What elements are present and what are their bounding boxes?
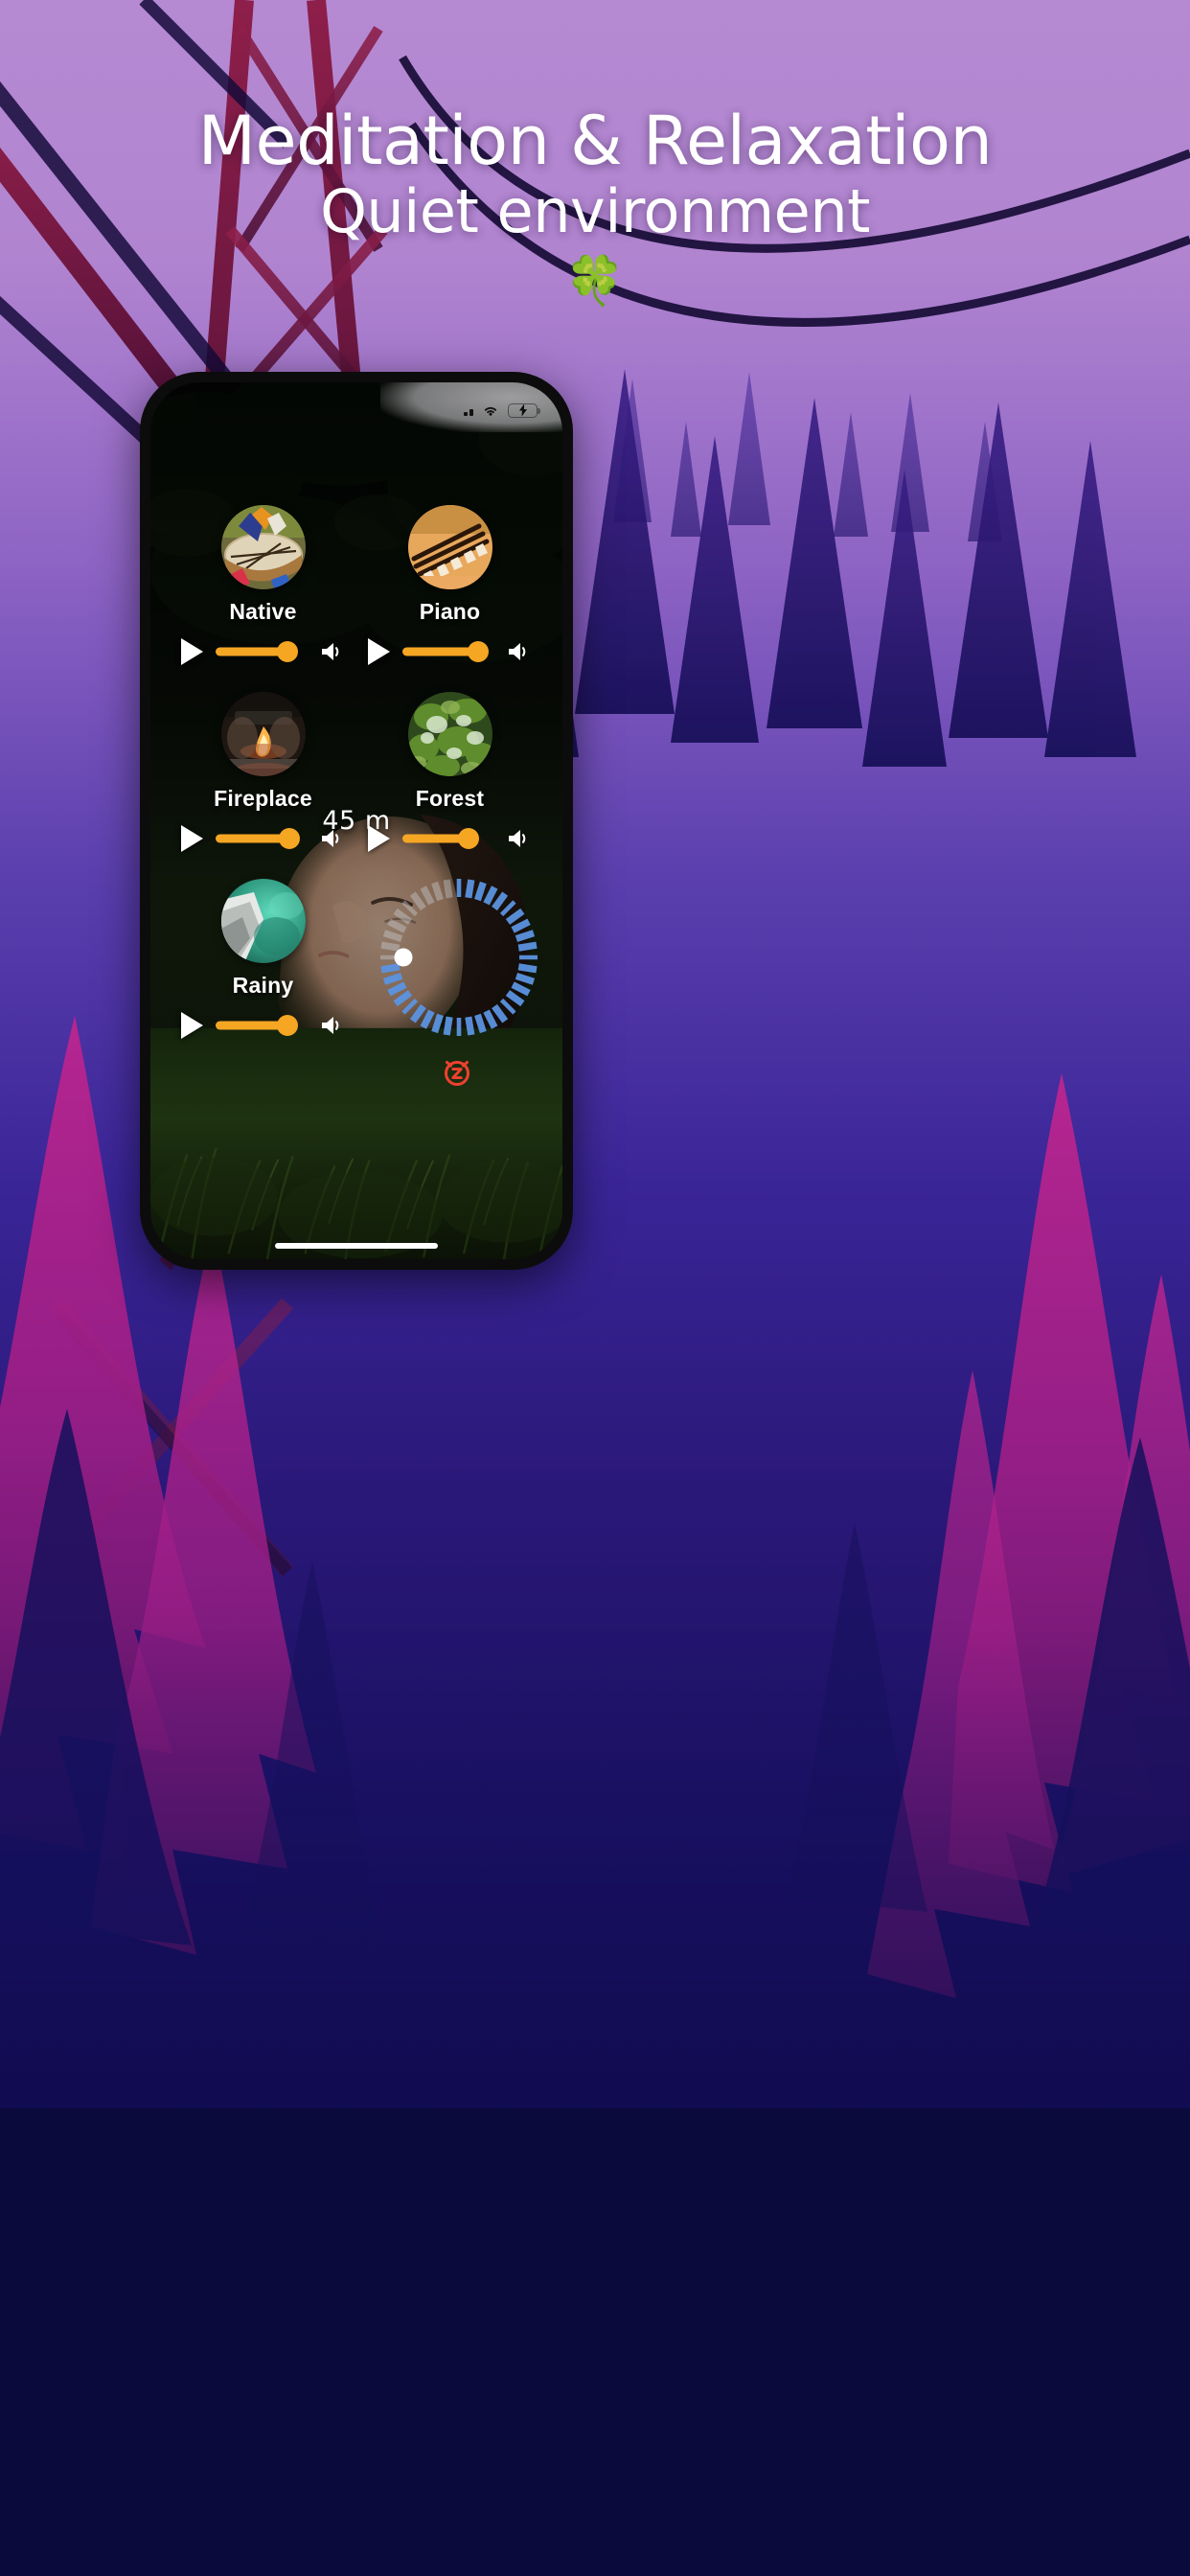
volume-slider[interactable] — [402, 641, 494, 662]
speaker-icon[interactable] — [320, 640, 345, 663]
sound-controls — [356, 638, 543, 665]
charging-bolt-icon — [518, 403, 527, 417]
native-drum-thumb[interactable] — [220, 505, 306, 589]
volume-slider[interactable] — [216, 828, 308, 849]
play-icon[interactable] — [181, 638, 203, 665]
sleep-timer-dial[interactable] — [378, 877, 539, 1038]
sound-tile-forest[interactable]: Forest — [356, 692, 543, 852]
sound-tile-native[interactable]: Native — [170, 505, 356, 665]
sound-label: Fireplace — [214, 786, 312, 811]
volume-thumb[interactable] — [467, 641, 489, 662]
sound-label: Forest — [415, 786, 485, 811]
volume-thumb[interactable] — [276, 1015, 298, 1036]
play-icon[interactable] — [181, 825, 203, 852]
alarm-snooze-icon[interactable] — [441, 1055, 473, 1088]
wifi-icon — [484, 406, 497, 416]
play-icon[interactable] — [368, 825, 390, 852]
fireplace-thumb[interactable] — [220, 692, 306, 776]
sound-controls — [170, 638, 356, 665]
sound-row: Native Piano — [170, 505, 543, 665]
sound-controls — [170, 825, 356, 852]
play-icon[interactable] — [368, 638, 390, 665]
volume-thumb[interactable] — [276, 641, 298, 662]
volume-slider[interactable] — [216, 1015, 308, 1036]
battery-charging-icon — [508, 402, 540, 418]
volume-thumb[interactable] — [278, 828, 300, 849]
home-indicator[interactable] — [275, 1243, 438, 1249]
sound-label: Rainy — [232, 973, 294, 998]
volume-slider[interactable] — [402, 828, 494, 849]
sound-row: Fireplace Forest — [170, 692, 543, 852]
phone-screen: Native Piano Fireplace Forest Rainy 45 m — [150, 382, 562, 1259]
volume-slider[interactable] — [216, 641, 308, 662]
phone-mockup: Native Piano Fireplace Forest Rainy 45 m — [140, 372, 573, 1270]
sleep-timer-handle — [394, 948, 413, 967]
sound-tile-piano[interactable]: Piano — [356, 505, 543, 665]
sound-tile-fireplace[interactable]: Fireplace — [170, 692, 356, 852]
alarm-snooze-button[interactable] — [441, 1055, 473, 1088]
sound-controls — [170, 1012, 356, 1039]
sound-label: Native — [229, 599, 297, 624]
rain-cloud-thumb[interactable] — [220, 879, 306, 963]
cellular-signal-icon — [464, 405, 473, 416]
speaker-icon[interactable] — [320, 1014, 345, 1037]
play-icon[interactable] — [181, 1012, 203, 1039]
speaker-icon[interactable] — [507, 827, 532, 850]
forest-trees-thumb[interactable] — [407, 692, 492, 776]
volume-thumb[interactable] — [458, 828, 480, 849]
piano-keys-thumb[interactable] — [407, 505, 492, 589]
speaker-icon[interactable] — [507, 640, 532, 663]
sound-label: Piano — [419, 599, 481, 624]
status-bar — [380, 382, 562, 432]
sound-tile-rainy[interactable]: Rainy — [170, 879, 356, 1039]
speaker-icon[interactable] — [320, 827, 345, 850]
sound-controls — [356, 825, 543, 852]
